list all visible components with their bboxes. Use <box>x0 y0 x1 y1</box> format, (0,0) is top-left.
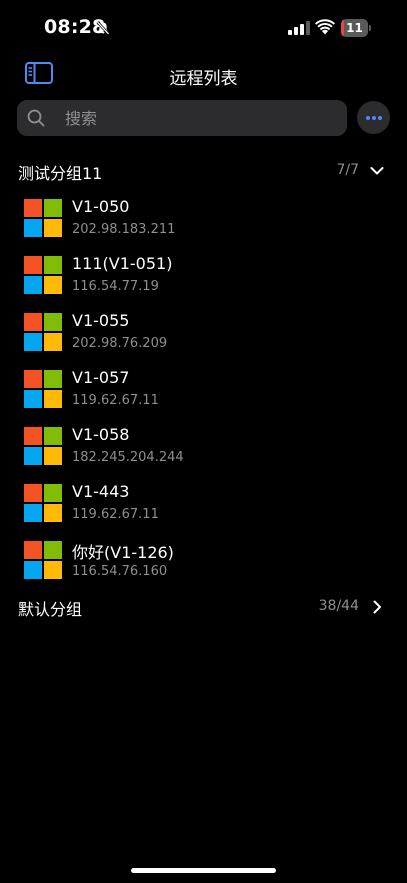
host-name: V1-443 <box>72 482 130 501</box>
bell-slash-icon <box>96 21 110 35</box>
home-indicator[interactable] <box>131 868 276 873</box>
group-count: 7/7 <box>336 162 359 178</box>
host-list: V1-050 202.98.183.211 111(V1-051) 116.54… <box>0 193 407 592</box>
group-count: 38/44 <box>318 598 359 614</box>
host-row[interactable]: V1-055 202.98.76.209 <box>0 307 407 364</box>
group-header-expanded[interactable]: 测试分组11 7/7 <box>0 156 407 186</box>
host-ip: 119.62.67.11 <box>72 393 159 408</box>
host-row[interactable]: V1-050 202.98.183.211 <box>0 193 407 250</box>
more-options-button[interactable] <box>357 101 390 134</box>
battery-tip <box>369 25 371 31</box>
host-ip: 119.62.67.11 <box>72 507 159 522</box>
host-name: V1-050 <box>72 197 130 216</box>
search-input[interactable] <box>65 100 335 136</box>
group-header-collapsed[interactable]: 默认分组 38/44 <box>0 592 407 622</box>
search-bar[interactable] <box>17 100 347 136</box>
host-row[interactable]: V1-058 182.245.204.244 <box>0 421 407 478</box>
host-row[interactable]: 111(V1-051) 116.54.77.19 <box>0 250 407 307</box>
host-ip: 116.54.77.19 <box>72 279 159 294</box>
wifi-icon <box>315 19 335 35</box>
battery-body: 11 <box>341 19 368 37</box>
host-ip: 202.98.76.209 <box>72 336 168 351</box>
group-name: 测试分组11 <box>18 164 103 183</box>
battery-level: 11 <box>346 21 363 35</box>
host-name: 111(V1-051) <box>72 254 173 273</box>
windows-icon <box>24 256 62 294</box>
status-bar: 08:28 11 <box>0 0 407 56</box>
windows-icon <box>24 370 62 408</box>
nav-bar: 远程列表 <box>0 56 407 96</box>
search-icon <box>27 109 45 127</box>
host-ip: 182.245.204.244 <box>72 450 184 465</box>
windows-icon <box>24 313 62 351</box>
page-title: 远程列表 <box>169 69 238 89</box>
host-name: V1-058 <box>72 425 130 444</box>
windows-icon <box>24 541 62 579</box>
chevron-right-icon <box>373 600 381 614</box>
windows-icon <box>24 484 62 522</box>
group-name: 默认分组 <box>18 600 83 619</box>
windows-icon <box>24 199 62 237</box>
more-dot-icon <box>372 116 376 120</box>
windows-icon <box>24 427 62 465</box>
host-row[interactable]: 你好(V1-126) 116.54.76.160 <box>0 535 407 592</box>
host-ip: 116.54.76.160 <box>72 564 168 579</box>
more-dot-icon <box>378 116 382 120</box>
chevron-down-icon <box>370 167 384 175</box>
host-name: 你好(V1-126) <box>72 543 174 562</box>
host-name: V1-055 <box>72 311 130 330</box>
host-row[interactable]: V1-443 119.62.67.11 <box>0 478 407 535</box>
battery-indicator: 11 <box>341 19 371 37</box>
host-row[interactable]: V1-057 119.62.67.11 <box>0 364 407 421</box>
host-name: V1-057 <box>72 368 130 387</box>
more-dot-icon <box>366 116 370 120</box>
host-ip: 202.98.183.211 <box>72 222 176 237</box>
cellular-signal-icon <box>288 21 310 35</box>
